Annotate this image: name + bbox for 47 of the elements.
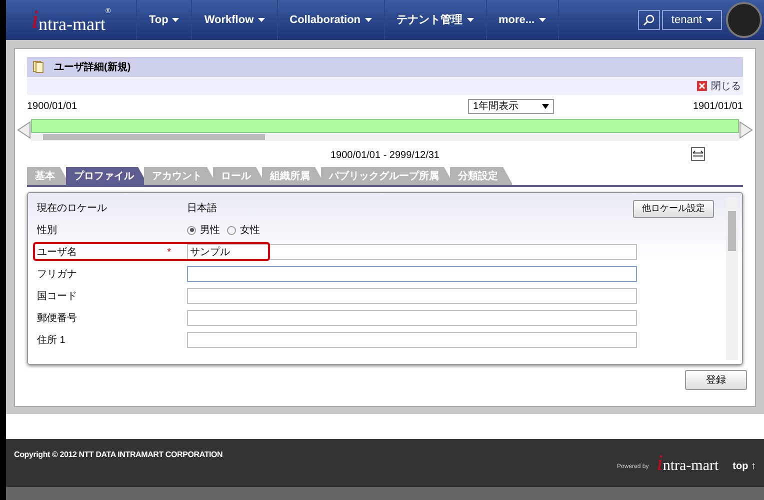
user-menu[interactable]: tenant — [662, 10, 722, 30]
fit-width-icon[interactable] — [691, 147, 705, 161]
caret-icon — [466, 18, 474, 22]
input-field[interactable] — [187, 332, 637, 348]
locale-settings-button[interactable]: 他ロケール設定 — [633, 200, 714, 218]
left-arrow-icon[interactable] — [17, 121, 31, 139]
radio-label: 男性 — [200, 224, 220, 238]
date-range: 1900/01/01 - 2999/12/31 — [330, 148, 440, 162]
logo: intra-mart — [656, 452, 719, 474]
close-icon — [697, 81, 707, 91]
end-date: 1901/01/01 — [692, 100, 743, 114]
document-icon — [33, 61, 44, 73]
start-date: 1900/01/01 — [27, 100, 78, 114]
field-label: 性別 — [37, 224, 57, 238]
field-label: 現在のロケール — [37, 202, 107, 216]
caret-icon — [172, 18, 180, 22]
input-field[interactable] — [187, 288, 637, 304]
caret-icon — [258, 18, 265, 22]
caret-icon — [706, 18, 713, 22]
field-label: 住所 1 — [37, 334, 66, 348]
register-button[interactable]: 登録 — [685, 370, 747, 390]
search-icon — [643, 14, 656, 26]
radio-label: 女性 — [240, 224, 260, 238]
period-select[interactable]: 1年間表示 — [468, 99, 554, 114]
avatar-icon[interactable] — [726, 2, 762, 38]
required-mark: * — [167, 246, 171, 260]
caret-icon — [364, 18, 372, 22]
input-field[interactable] — [187, 310, 637, 326]
vertical-scrollbar[interactable] — [726, 197, 738, 360]
field-label: ユーザ名 — [37, 246, 77, 260]
radio-button[interactable] — [227, 226, 236, 234]
field-value: 日本語 — [187, 202, 217, 216]
copyright: Copyright © 2012 NTT DATA INTRAMART CORPORATION — [14, 449, 223, 461]
input-field[interactable]: サンプル — [187, 244, 637, 260]
caret-icon — [538, 18, 546, 22]
page-title: ユーザ詳細(新規) — [54, 60, 131, 74]
radio-button[interactable] — [187, 226, 196, 234]
field-label: 国コード — [37, 290, 77, 304]
top-link[interactable]: top ↑ — [732, 459, 756, 474]
close-button[interactable]: 閉じる — [697, 78, 741, 94]
search-button[interactable] — [638, 10, 660, 30]
field-label: フリガナ — [37, 268, 77, 282]
scrollbar[interactable] — [31, 133, 739, 141]
dropdown-icon — [542, 104, 549, 109]
right-arrow-icon[interactable] — [739, 121, 753, 139]
field-label: 郵便番号 — [37, 312, 77, 326]
input-field[interactable] — [187, 266, 637, 282]
